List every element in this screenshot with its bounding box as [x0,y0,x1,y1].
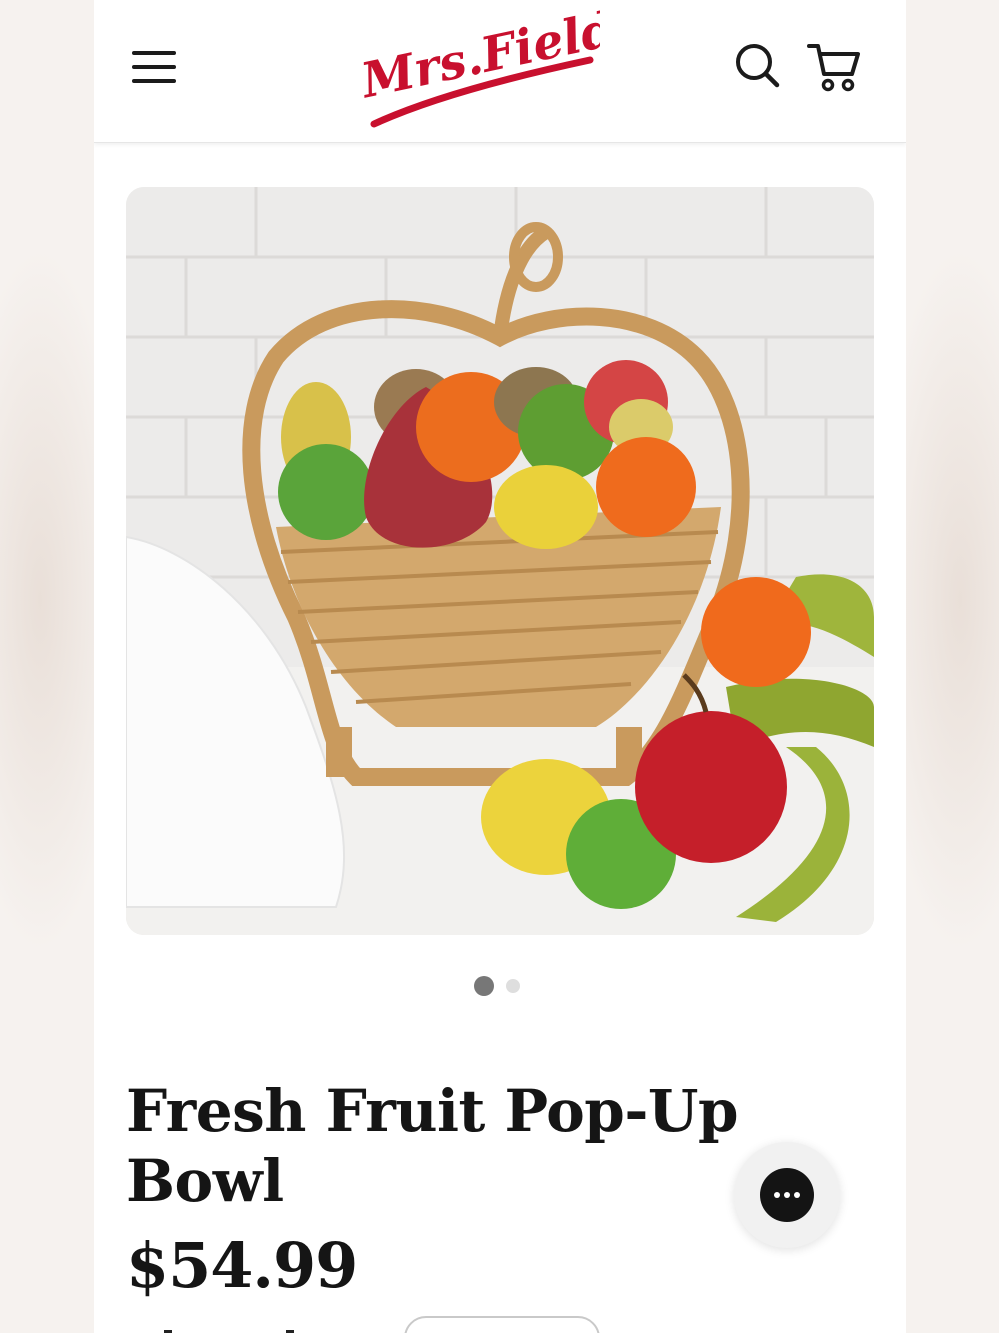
gallery-dot-1[interactable] [474,976,494,996]
partial-button-outline[interactable] [404,1316,600,1333]
product-page: Mrs.Fields Fresh Fruit Pop-Up Bowl $54.9… [94,0,906,1333]
mrs-fields-logo-graphic: Mrs.Fields [355,0,646,128]
product-image-gallery[interactable] [126,187,874,935]
hamburger-menu-icon[interactable] [132,48,178,88]
partial-offscreen-content [164,1330,294,1333]
chat-button[interactable] [734,1142,840,1248]
svg-text:Mrs.Fields: Mrs.Fields [356,8,600,110]
product-image [126,187,874,935]
gallery-dot-2[interactable] [506,979,520,993]
shopping-cart-icon[interactable] [806,40,862,92]
product-price: $54.99 [126,1229,358,1302]
brand-logo[interactable]: Mrs.Fields [355,0,646,130]
search-icon[interactable] [734,42,780,88]
chat-ellipsis-icon [760,1168,814,1222]
site-header: Mrs.Fields [94,0,906,143]
